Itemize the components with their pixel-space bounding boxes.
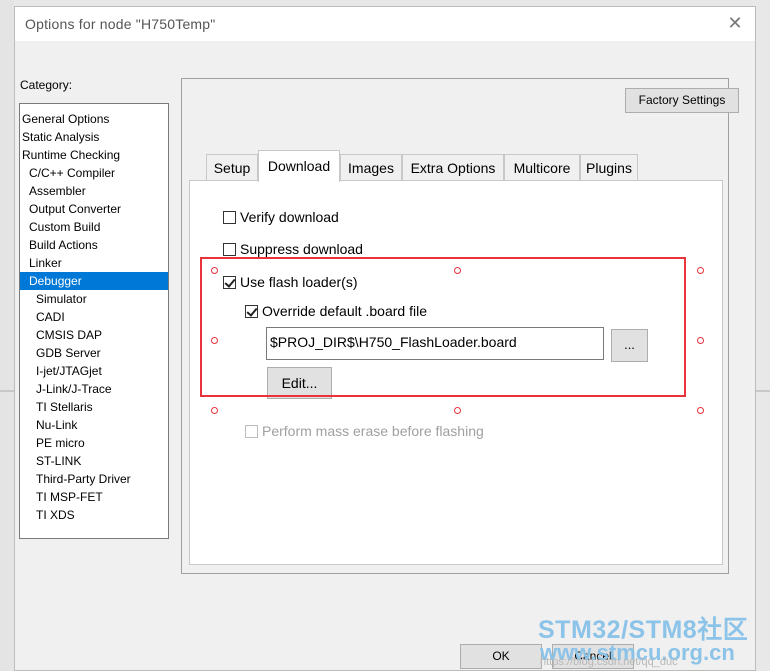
title-bar: Options for node "H750Temp" ✕ — [15, 7, 755, 41]
background-window — [0, 0, 14, 671]
annotation-handle — [211, 407, 218, 414]
verify-download-label[interactable]: Verify download — [240, 209, 339, 225]
close-icon[interactable]: ✕ — [725, 13, 745, 33]
ok-button[interactable]: OK — [460, 644, 542, 669]
annotation-handle — [454, 267, 461, 274]
tab-download[interactable]: Download — [258, 150, 340, 182]
dialog-title: Options for node "H750Temp" — [25, 16, 216, 32]
category-item[interactable]: General Options — [22, 110, 109, 128]
category-item[interactable]: J-Link/J-Trace — [36, 380, 112, 398]
category-item[interactable]: Third-Party Driver — [36, 470, 131, 488]
tab-plugins[interactable]: Plugins — [580, 154, 638, 182]
annotation-handle — [697, 337, 704, 344]
tab-extra-options[interactable]: Extra Options — [402, 154, 504, 182]
factory-settings-button[interactable]: Factory Settings — [625, 88, 739, 113]
category-item[interactable]: Nu-Link — [36, 416, 77, 434]
category-item[interactable]: Debugger — [20, 272, 168, 290]
category-item[interactable]: Runtime Checking — [22, 146, 120, 164]
annotation-handle — [697, 267, 704, 274]
category-item[interactable]: TI MSP-FET — [36, 488, 103, 506]
category-item[interactable]: Assembler — [29, 182, 86, 200]
background-divider — [0, 390, 14, 392]
category-label: Category: — [20, 78, 73, 92]
category-item[interactable]: CMSIS DAP — [36, 326, 102, 344]
mass-erase-checkbox[interactable] — [245, 425, 258, 438]
category-item[interactable]: C/C++ Compiler — [29, 164, 115, 182]
category-item[interactable]: GDB Server — [36, 344, 101, 362]
suppress-download-checkbox[interactable] — [223, 243, 236, 256]
category-item[interactable]: TI Stellaris — [36, 398, 93, 416]
category-list[interactable]: General Options Static Analysis Runtime Ch… — [19, 103, 169, 539]
verify-download-checkbox[interactable] — [223, 211, 236, 224]
category-item[interactable]: TI XDS — [36, 506, 75, 524]
mass-erase-label: Perform mass erase before flashing — [262, 423, 484, 439]
category-item[interactable]: Linker — [29, 254, 62, 272]
annotation-handle — [211, 337, 218, 344]
annotation-handle — [211, 267, 218, 274]
category-item[interactable]: Custom Build — [29, 218, 100, 236]
tab-setup[interactable]: Setup — [206, 154, 258, 182]
category-item[interactable]: Static Analysis — [22, 128, 99, 146]
category-item[interactable]: I-jet/JTAGjet — [36, 362, 102, 380]
category-item[interactable]: Simulator — [36, 290, 87, 308]
tab-images[interactable]: Images — [340, 154, 402, 182]
category-item[interactable]: PE micro — [36, 434, 85, 452]
category-item[interactable]: Output Converter — [29, 200, 121, 218]
category-item[interactable]: ST-LINK — [36, 452, 81, 470]
suppress-download-label[interactable]: Suppress download — [240, 241, 363, 257]
category-item[interactable]: Build Actions — [29, 236, 98, 254]
background-divider — [756, 390, 770, 392]
watermark-blog-url: https://blog.csdn.net/qq_duc — [540, 656, 678, 668]
annotation-handle — [454, 407, 461, 414]
annotation-handle — [697, 407, 704, 414]
category-item[interactable]: CADI — [36, 308, 65, 326]
annotation-highlight-box — [200, 257, 686, 397]
tab-multicore[interactable]: Multicore — [504, 154, 580, 182]
